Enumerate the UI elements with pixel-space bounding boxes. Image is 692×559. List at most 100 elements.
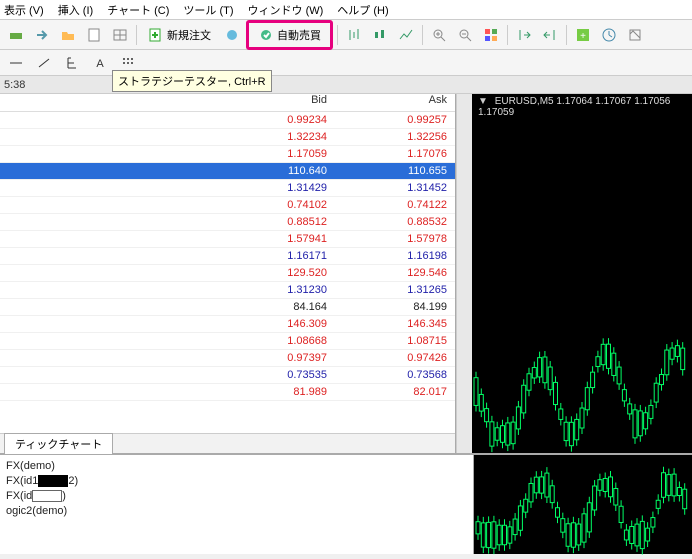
ask-cell: 1.08715 [335,335,455,347]
market-row[interactable]: 84.16484.199 [0,299,455,316]
market-row[interactable]: 146.309146.345 [0,316,455,333]
tile-icon[interactable] [479,23,503,47]
input-box-icon[interactable] [32,490,62,502]
menu-window[interactable]: ウィンドウ (W) [248,2,324,18]
ask-cell: 1.31452 [335,182,455,194]
fibo-icon[interactable] [60,51,84,75]
bid-cell: 110.640 [0,165,335,177]
bottom-panel: FX(demo) FX(id12) FX(id) ogic2(demo) [0,454,692,554]
market-row[interactable]: 1.086681.08715 [0,333,455,350]
bid-cell: 0.97397 [0,352,335,364]
bars-icon[interactable] [342,23,366,47]
page-icon[interactable] [82,23,106,47]
arrow-icon[interactable] [30,23,54,47]
auto-trade-label: 自動売買 [277,27,321,43]
ask-cell: 1.16198 [335,250,455,262]
market-row[interactable]: 0.992340.99257 [0,112,455,129]
bid-cell: 81.989 [0,386,335,398]
text-icon[interactable]: A [88,51,112,75]
market-row[interactable]: 0.735350.73568 [0,367,455,384]
menu-bar: 表示 (V) 挿入 (I) チャート (C) ツール (T) ウィンドウ (W)… [0,0,692,20]
ask-cell: 84.199 [335,301,455,313]
expert-icon[interactable] [220,23,244,47]
auto-trade-button[interactable]: 自動売買 [251,23,328,47]
account-row[interactable]: ogic2(demo) [6,504,467,519]
time-bar: 5:38 [0,76,692,94]
candles-icon[interactable] [368,23,392,47]
ask-cell: 1.32256 [335,131,455,143]
market-row[interactable]: 0.973970.97426 [0,350,455,367]
indicators-icon[interactable]: + [571,23,595,47]
new-order-button[interactable]: 新規注文 [141,23,218,47]
autoscroll-icon[interactable] [538,23,562,47]
market-row[interactable]: 1.579411.57978 [0,231,455,248]
new-order-icon [148,27,164,43]
ask-cell: 0.73568 [335,369,455,381]
templates-icon[interactable] [623,23,647,47]
market-row[interactable]: 81.98982.017 [0,384,455,401]
bottom-chart[interactable] [474,455,692,554]
chart-pane[interactable]: ▼ EURUSD,M5 1.17064 1.17067 1.17056 1.17… [472,94,692,453]
bid-cell: 1.08668 [0,335,335,347]
bid-cell: 0.88512 [0,216,335,228]
ask-cell: 0.74122 [335,199,455,211]
bid-cell: 0.99234 [0,114,335,126]
ask-cell: 129.546 [335,267,455,279]
bid-cell: 1.32234 [0,131,335,143]
market-row[interactable]: 0.885120.88532 [0,214,455,231]
market-watch-pane: Bid Ask 0.992340.992571.322341.322561.17… [0,94,456,453]
line-icon[interactable] [394,23,418,47]
zoom-in-icon[interactable] [427,23,451,47]
shift-icon[interactable] [512,23,536,47]
market-body[interactable]: 0.992340.992571.322341.322561.170591.170… [0,112,455,433]
bid-cell: 1.31429 [0,182,335,194]
ask-cell: 1.57978 [335,233,455,245]
main-toolbar: 新規注文 自動売買 + [0,20,692,50]
account-row[interactable]: FX(id12) [6,474,467,489]
ask-cell: 82.017 [335,386,455,398]
content-area: Bid Ask 0.992340.992571.322341.322561.17… [0,94,692,454]
ask-cell: 0.97426 [335,352,455,364]
account-row[interactable]: FX(demo) [6,459,467,474]
zoom-out-icon[interactable] [453,23,477,47]
periods-icon[interactable] [597,23,621,47]
table-icon[interactable] [108,23,132,47]
trendline-icon[interactable] [32,51,56,75]
ask-cell: 146.345 [335,318,455,330]
chart-canvas [472,94,692,453]
market-row[interactable]: 1.161711.16198 [0,248,455,265]
market-row[interactable]: 1.170591.17076 [0,146,455,163]
market-row[interactable]: 110.640110.655 [0,163,455,180]
tab-tick-chart[interactable]: ティックチャート [4,433,113,454]
tool-icon-1[interactable] [4,23,28,47]
market-row[interactable]: 129.520129.546 [0,265,455,282]
menu-insert[interactable]: 挿入 (I) [58,2,93,18]
bid-cell: 129.520 [0,267,335,279]
market-row[interactable]: 1.322341.32256 [0,129,455,146]
new-order-label: 新規注文 [167,27,211,43]
menu-tool[interactable]: ツール (T) [183,2,233,18]
ask-cell: 1.31265 [335,284,455,296]
bid-cell: 1.31230 [0,284,335,296]
masked-icon [38,475,68,487]
folder-icon[interactable] [56,23,80,47]
menu-chart[interactable]: チャート (C) [107,2,169,18]
svg-text:+: + [580,31,586,42]
scrollbar-gap[interactable] [456,94,472,453]
col-bid-header[interactable]: Bid [0,94,335,111]
market-header: Bid Ask [0,94,455,112]
menu-view[interactable]: 表示 (V) [4,2,44,18]
market-row[interactable]: 0.741020.74122 [0,197,455,214]
account-row[interactable]: FX(id) [6,489,467,504]
market-tabs: ティックチャート [0,433,455,453]
bid-cell: 0.73535 [0,369,335,381]
bid-cell: 146.309 [0,318,335,330]
accounts-list[interactable]: FX(demo) FX(id12) FX(id) ogic2(demo) [0,455,474,554]
market-row[interactable]: 1.312301.31265 [0,282,455,299]
auto-trade-icon [258,27,274,43]
menu-help[interactable]: ヘルプ (H) [337,2,388,18]
col-ask-header[interactable]: Ask [335,94,455,111]
hline-icon[interactable] [4,51,28,75]
market-row[interactable]: 1.314291.31452 [0,180,455,197]
bid-cell: 1.57941 [0,233,335,245]
